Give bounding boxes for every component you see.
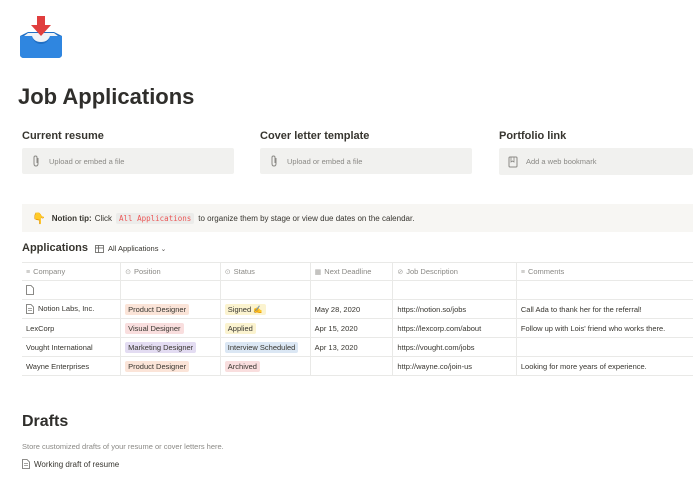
position-cell[interactable]: Visual Designer [120, 318, 221, 338]
view-switcher[interactable]: All Applications ⌄ [95, 244, 166, 253]
comments-cell[interactable]: Call Ada to thank her for the referral! [515, 299, 693, 319]
link-icon: ⊘ [397, 269, 404, 276]
column-header-company[interactable]: ≡ Company [22, 262, 121, 281]
deadline-cell[interactable] [309, 280, 393, 300]
status-cell[interactable]: Interview Scheduled [219, 337, 311, 357]
column-header-status[interactable]: ⊙ Status [219, 262, 311, 281]
table-view-icon [95, 244, 104, 253]
job-description-cell[interactable]: http://wayne.co/join-us [392, 356, 517, 376]
position-tag: Marketing Designer [125, 341, 197, 353]
status-tag: Applied [224, 322, 256, 334]
column-header-deadline[interactable]: ▦ Next Deadline [309, 262, 393, 281]
status-tag: Archived [224, 360, 260, 372]
current-resume-embed[interactable]: Upload or embed a file [22, 148, 234, 174]
job-description-cell[interactable]: https://vought.com/jobs [392, 337, 517, 357]
drafts-description: Store customized drafts of your resume o… [22, 442, 224, 451]
select-property-icon: ⊙ [125, 269, 131, 276]
comments-cell[interactable]: Looking for more years of experience. [515, 356, 693, 376]
portfolio-link-label: Portfolio link [499, 130, 567, 142]
status-tag: Interview Scheduled [224, 341, 299, 353]
status-cell[interactable]: Archived [219, 356, 311, 376]
comments-cell[interactable]: Follow up with Lois' friend who works th… [515, 318, 693, 338]
position-tag: Product Designer [125, 360, 190, 372]
position-tag: Product Designer [125, 303, 190, 315]
deadline-cell[interactable]: May 28, 2020 [309, 299, 393, 319]
text-property-icon: ≡ [520, 269, 525, 276]
deadline-cell[interactable] [309, 356, 393, 376]
portfolio-placeholder: Add a web bookmark [526, 157, 597, 166]
cover-letter-label: Cover letter template [260, 130, 370, 142]
job-description-cell[interactable] [392, 280, 517, 300]
table-row[interactable]: Wayne Enterprises Product Designer Archi… [22, 356, 693, 376]
page-title: Job Applications [18, 84, 195, 109]
deadline-cell[interactable]: Apr 15, 2020 [309, 318, 393, 338]
applications-table: ≡ Company ⊙ Position ⊙ Status ▦ Next Deadlin… [22, 262, 693, 376]
tip-text-after: to organize them by stage or view due da… [198, 213, 415, 223]
page-icon [26, 304, 34, 314]
drafts-heading: Drafts [22, 413, 69, 430]
status-cell[interactable]: Signed ✍️ [219, 299, 311, 319]
database-title[interactable]: Applications [22, 242, 88, 254]
tip-code: All Applications [116, 212, 195, 224]
calendar-icon: ▦ [314, 269, 322, 276]
comments-cell[interactable] [515, 280, 693, 300]
cover-letter-placeholder: Upload or embed a file [287, 156, 363, 166]
chevron-down-icon: ⌄ [160, 245, 167, 253]
position-cell[interactable]: Product Designer [120, 356, 221, 376]
inbox-tray-download-icon[interactable] [18, 14, 64, 60]
cover-letter-embed[interactable]: Upload or embed a file [260, 148, 472, 174]
drafts-item-label: Working draft of resume [34, 459, 120, 469]
position-cell[interactable] [120, 280, 221, 300]
select-property-icon: ⊙ [224, 269, 231, 276]
company-cell[interactable]: Wayne Enterprises [22, 356, 121, 376]
tip-prefix: Notion tip: [51, 213, 92, 223]
comments-cell[interactable] [515, 337, 693, 357]
tip-text-before: Click [94, 213, 113, 223]
company-cell[interactable]: Notion Labs, Inc. [22, 299, 121, 319]
paperclip-icon [269, 155, 279, 167]
page-icon [26, 285, 34, 295]
portfolio-bookmark-embed[interactable]: Add a web bookmark [499, 148, 693, 175]
table-row[interactable]: LexCorp Visual Designer Applied Apr 15, … [22, 318, 693, 338]
tip-callout: 👇 Notion tip: Click All Applications to … [22, 204, 693, 232]
table-row[interactable] [22, 280, 693, 300]
paperclip-icon [31, 155, 41, 167]
table-row[interactable]: Notion Labs, Inc. Product Designer Signe… [22, 299, 693, 319]
page-icon [22, 459, 30, 469]
view-switcher-label: All Applications [108, 244, 159, 253]
position-tag: Visual Designer [125, 322, 184, 334]
job-description-cell[interactable]: https://lexcorp.com/about [392, 318, 517, 338]
column-header-job-description[interactable]: ⊘ Job Description [392, 262, 517, 281]
status-cell[interactable]: Applied [219, 318, 311, 338]
job-description-cell[interactable]: https://notion.so/jobs [392, 299, 517, 319]
position-cell[interactable]: Product Designer [120, 299, 221, 319]
company-cell[interactable]: LexCorp [22, 318, 121, 338]
pointing-hand-icon: 👇 [32, 212, 46, 225]
company-cell[interactable] [22, 280, 121, 300]
bookmark-icon [508, 156, 518, 168]
text-property-icon: ≡ [26, 269, 31, 276]
status-tag: Signed ✍️ [224, 303, 266, 315]
table-row[interactable]: Vought International Marketing Designer … [22, 337, 693, 357]
current-resume-placeholder: Upload or embed a file [49, 156, 125, 166]
column-header-comments[interactable]: ≡ Comments [515, 262, 693, 281]
column-header-position[interactable]: ⊙ Position [120, 262, 221, 281]
deadline-cell[interactable]: Apr 13, 2020 [309, 337, 393, 357]
position-cell[interactable]: Marketing Designer [120, 337, 221, 357]
status-cell[interactable] [219, 280, 311, 300]
current-resume-label: Current resume [22, 130, 104, 142]
table-header-row: ≡ Company ⊙ Position ⊙ Status ▦ Next Deadlin… [22, 262, 693, 281]
drafts-page-link[interactable]: Working draft of resume [22, 459, 119, 469]
company-cell[interactable]: Vought International [22, 337, 121, 357]
